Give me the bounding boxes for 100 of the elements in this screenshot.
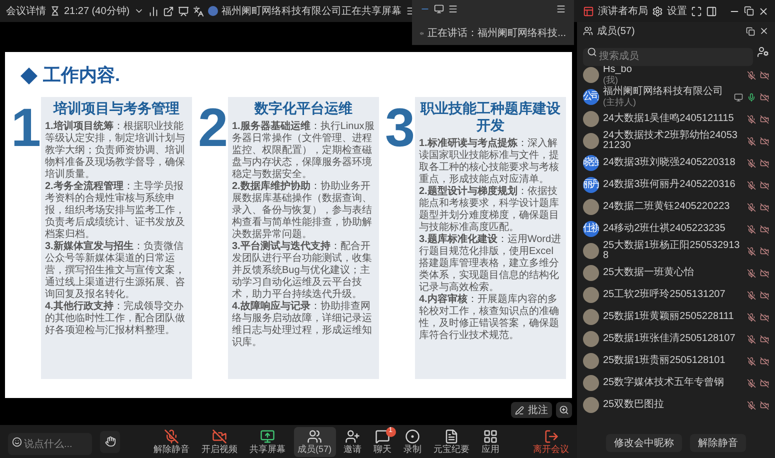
close-icon[interactable] <box>758 6 769 16</box>
settings-button[interactable]: 设置 <box>652 4 687 18</box>
muted-mic-icon[interactable] <box>747 246 756 256</box>
pen-icon <box>515 406 524 414</box>
muted-mic-icon[interactable] <box>747 202 756 212</box>
section-title: 职业技能工种题库建设开发 <box>419 100 562 134</box>
toolbar-button[interactable]: 元宝纪要 <box>430 426 474 456</box>
avatar <box>583 67 599 83</box>
muted-mic-icon[interactable] <box>747 378 756 388</box>
close-icon[interactable] <box>759 26 769 36</box>
meeting-time: 21:27 (40分钟) <box>64 4 130 18</box>
camera-off-icon[interactable] <box>760 92 769 102</box>
toolbar-button[interactable]: 解除静音 <box>150 426 194 456</box>
section-paragraph: 3.题库标准化建设：运用Word进行题目规范化排版，使用Excel搭建题库管理表格，建立多维分类体系，实现题目信息的结构化记录与高效检索。 <box>419 234 562 293</box>
camera-off-icon[interactable] <box>760 268 769 278</box>
camera-off-icon[interactable] <box>760 136 769 146</box>
popout-icon[interactable] <box>746 26 755 36</box>
member-name: Hs_bo <box>603 64 633 76</box>
raise-hand-button[interactable] <box>100 430 120 452</box>
muted-mic-icon[interactable] <box>747 70 756 80</box>
avatar <box>583 265 599 281</box>
camera-off-icon[interactable] <box>760 224 769 234</box>
chat-input[interactable]: 说点什么... <box>8 433 92 455</box>
menu-icon[interactable] <box>556 4 566 14</box>
toolbar-button[interactable]: 成员(57) <box>294 426 336 456</box>
toolbar-button[interactable]: 应用 <box>478 426 504 456</box>
zoom-button[interactable] <box>556 402 572 418</box>
muted-mic-icon[interactable] <box>747 334 756 344</box>
search-field[interactable]: 搜索成员 <box>583 48 753 66</box>
member-name: 25工软2班呼玲2505131207 <box>603 290 726 300</box>
camera-off-icon[interactable] <box>760 400 769 410</box>
camera-off-icon[interactable] <box>760 180 769 190</box>
section-paragraph: 3.平台测试与迭代支持：配合开发团队进行平台功能测试，收集并反馈系统Bug与优化建议；主动学习自动化运维及云平台技术，助力平台持续迭代升级。 <box>232 241 373 300</box>
section-paragraph: 2.考务全流程管理：主导学员报考资料的合规性审核与系统申报，组织考场安排与监考工作，负责考后成绩统计、证书发放及档案归档。 <box>45 181 186 240</box>
muted-mic-icon <box>164 429 179 444</box>
camera-off-icon[interactable] <box>760 312 769 322</box>
toolbar-button[interactable]: 录制 <box>400 426 426 456</box>
avatar <box>583 353 599 369</box>
camera-off-icon[interactable] <box>760 70 769 80</box>
manage-members-icon[interactable] <box>757 46 769 58</box>
avatar <box>583 111 599 127</box>
camera-off-icon[interactable] <box>760 202 769 212</box>
record-icon <box>405 429 420 444</box>
section-paragraph: 1.标准研读与考点提炼：深入解读国家职业技能标准与文件，提取各工种的核心技能要求与考核重点，形成技能点对应清单。 <box>419 138 560 185</box>
meeting-info-link[interactable]: 会议详情 <box>6 4 46 18</box>
camera-off-icon[interactable] <box>760 158 769 168</box>
member-name: 25数据1班黄颖丽2505228111 <box>603 312 735 322</box>
section-paragraph: 2.题型设计与梯度规划：依据技能点和考核要求，科学设计题库题型并划分难度梯度，确保题目与技能标准高度匹配。 <box>419 186 560 233</box>
muted-mic-icon[interactable] <box>747 290 756 300</box>
camera-off-icon[interactable] <box>760 334 769 344</box>
exit-icon <box>544 429 559 444</box>
member-role: (主持人) <box>603 97 637 108</box>
sidebar-toggle-icon[interactable] <box>706 6 717 16</box>
muted-mic-icon[interactable] <box>747 114 756 124</box>
screen-share-icon <box>734 92 743 102</box>
section-paragraph: 3.新媒体宣发与招生：负责微信公众号等新媒体渠道的日常运营，撰写招生推文与宣传文案，通过线上渠道进行生源拓展、咨询回复及报名转化。 <box>45 241 186 300</box>
window-icon[interactable] <box>434 4 444 14</box>
toolbar-button[interactable]: 邀请 <box>340 426 366 456</box>
panel-title: 成员(57) <box>597 24 635 38</box>
section-number: 1 <box>11 101 41 155</box>
camera-off-icon[interactable] <box>760 356 769 366</box>
signal-icon <box>148 6 159 16</box>
whiteboard-icon[interactable] <box>178 6 189 16</box>
panel-button[interactable]: 解除静音 <box>690 434 746 452</box>
popout-icon[interactable] <box>162 6 174 16</box>
muted-mic-icon[interactable] <box>747 180 756 190</box>
leave-meeting-button[interactable]: 离开会议 <box>533 429 570 454</box>
restore-icon[interactable] <box>744 6 754 16</box>
member-role: (我) <box>603 75 619 86</box>
muted-mic-icon[interactable] <box>747 312 756 322</box>
avatar <box>583 375 599 391</box>
member-name: 福州阑町网络科技有限公司 <box>603 86 724 98</box>
muted-mic-icon[interactable] <box>747 224 756 234</box>
muted-mic-icon[interactable] <box>747 136 756 146</box>
fullscreen-icon[interactable] <box>691 6 702 16</box>
avatar: 晓强 <box>583 155 599 171</box>
panel-button[interactable]: 修改会中昵称 <box>606 434 682 452</box>
muted-mic-icon[interactable] <box>747 268 756 278</box>
section-paragraph: 2.数据库维护协助：协助业务开展数据库基础操作（数据查询、录入、备份与恢复），参与表结构查看与简单性能排查，协助解决数据异常问题。 <box>232 181 373 240</box>
camera-off-icon[interactable] <box>760 290 769 300</box>
mic-icon[interactable] <box>747 92 756 102</box>
avatar <box>583 331 599 347</box>
camera-off-icon[interactable] <box>760 246 769 256</box>
member-name: 24大数据1吴佳鸣2405121115 <box>603 114 735 124</box>
muted-mic-icon[interactable] <box>747 158 756 168</box>
annotate-button[interactable]: 批注 <box>511 402 552 418</box>
share-screen-icon <box>260 429 275 444</box>
translate-icon[interactable] <box>192 6 204 16</box>
muted-mic-icon[interactable] <box>747 400 756 410</box>
camera-off-icon[interactable] <box>760 378 769 388</box>
camera-off-icon[interactable] <box>760 114 769 124</box>
toolbar-button[interactable]: 开启视频 <box>198 426 242 456</box>
layout-button[interactable]: 演讲者布局 <box>583 4 648 18</box>
invite-icon <box>345 429 360 444</box>
toolbar-button[interactable]: 共享屏幕 <box>246 426 290 456</box>
emoji-icon[interactable] <box>12 436 22 446</box>
member-name: 24数据3班何丽丹2405220316 <box>603 180 736 190</box>
member-name: 25双数巴图拉 <box>603 400 666 410</box>
muted-mic-icon[interactable] <box>747 356 756 366</box>
list-icon[interactable] <box>448 4 458 14</box>
